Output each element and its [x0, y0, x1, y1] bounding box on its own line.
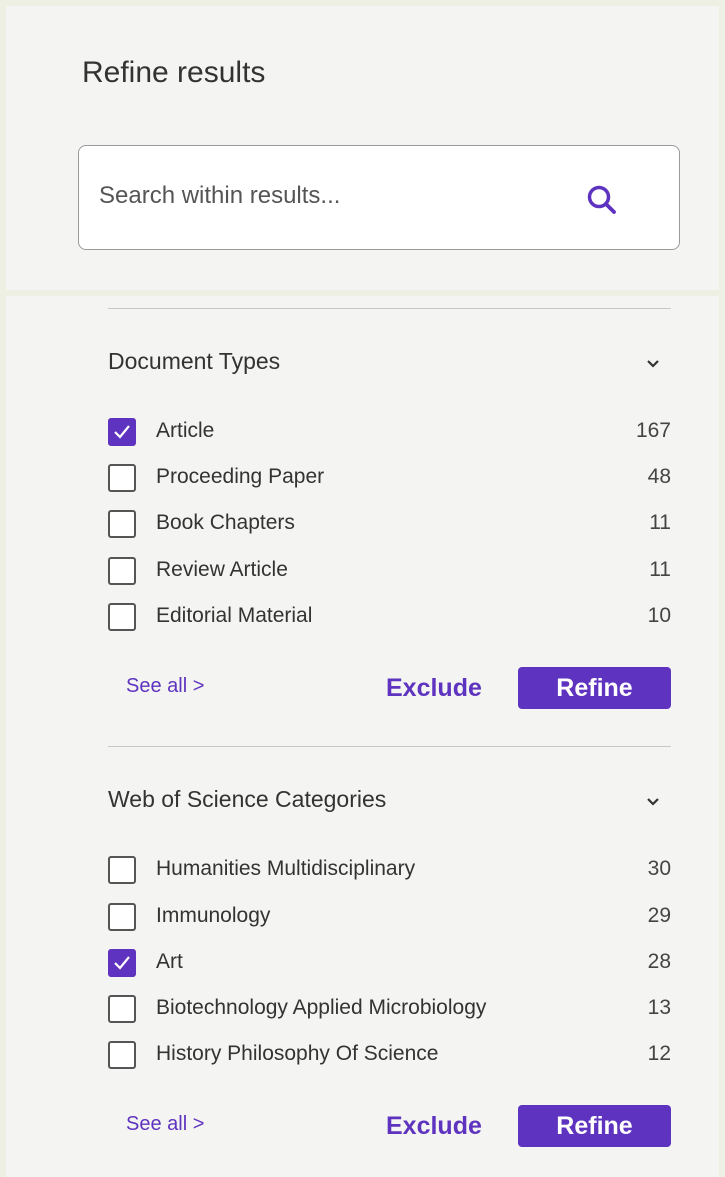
filter-option-review-article[interactable]: Review Article 11	[108, 555, 671, 589]
filter-label: Book Chapters	[156, 511, 295, 534]
filter-option-art[interactable]: Art 28	[108, 947, 671, 981]
filter-count: 48	[647, 465, 671, 488]
filter-count: 28	[647, 950, 671, 973]
filter-label: Proceeding Paper	[156, 465, 325, 488]
see-all-link[interactable]: See all >	[126, 675, 204, 698]
search-input[interactable]	[99, 176, 559, 216]
filter-label: Article	[156, 419, 215, 442]
filter-option-proceeding-paper[interactable]: Proceeding Paper 48	[108, 462, 671, 496]
filter-label: Editorial Material	[156, 604, 313, 627]
refine-header-panel: Refine results	[6, 6, 719, 290]
checkbox-unchecked[interactable]	[108, 603, 136, 631]
filter-count: 30	[647, 857, 671, 880]
filter-label: Biotechnology Applied Microbiology	[156, 996, 487, 1019]
filter-count: 10	[647, 604, 671, 627]
filter-count: 167	[635, 419, 671, 442]
section-divider	[108, 746, 671, 747]
filter-option-immunology[interactable]: Immunology 29	[108, 901, 671, 935]
filter-count: 13	[647, 996, 671, 1019]
section-divider	[108, 308, 671, 309]
filter-label: Humanities Multidisciplinary	[156, 857, 416, 880]
chevron-down-icon[interactable]	[645, 794, 661, 810]
checkbox-checked[interactable]	[108, 949, 136, 977]
filter-count: 12	[647, 1042, 671, 1065]
exclude-button[interactable]: Exclude	[386, 674, 482, 703]
filter-option-editorial-material[interactable]: Editorial Material 10	[108, 601, 671, 635]
search-icon[interactable]	[584, 182, 620, 218]
filter-label: Review Article	[156, 558, 288, 581]
section-title-wos-categories[interactable]: Web of Science Categories	[108, 786, 386, 813]
filter-count: 11	[649, 511, 671, 534]
filter-count: 29	[647, 904, 671, 927]
checkbox-unchecked[interactable]	[108, 1041, 136, 1069]
filter-option-book-chapters[interactable]: Book Chapters 11	[108, 508, 671, 542]
checkbox-checked[interactable]	[108, 418, 136, 446]
checkbox-unchecked[interactable]	[108, 995, 136, 1023]
refine-button[interactable]: Refine	[518, 667, 671, 709]
filter-option-humanities-multidisciplinary[interactable]: Humanities Multidisciplinary 30	[108, 854, 671, 888]
exclude-button[interactable]: Exclude	[386, 1112, 482, 1141]
filter-label: History Philosophy Of Science	[156, 1042, 439, 1065]
filter-option-history-philosophy-of-science[interactable]: History Philosophy Of Science 12	[108, 1039, 671, 1073]
checkbox-unchecked[interactable]	[108, 557, 136, 585]
panel-title: Refine results	[82, 56, 266, 89]
section-title-document-types[interactable]: Document Types	[108, 348, 280, 375]
filter-option-biotechnology-applied-microbiology[interactable]: Biotechnology Applied Microbiology 13	[108, 993, 671, 1027]
filter-label: Immunology	[156, 904, 271, 927]
search-box[interactable]	[78, 145, 680, 250]
see-all-link[interactable]: See all >	[126, 1113, 204, 1136]
filters-panel: Document Types Article 167 Proceeding Pa…	[6, 296, 719, 1177]
checkbox-unchecked[interactable]	[108, 903, 136, 931]
chevron-down-icon[interactable]	[645, 356, 661, 372]
refine-button[interactable]: Refine	[518, 1105, 671, 1147]
filter-label: Art	[156, 950, 183, 973]
filter-option-article[interactable]: Article 167	[108, 416, 671, 450]
checkbox-unchecked[interactable]	[108, 856, 136, 884]
filter-count: 11	[649, 558, 671, 581]
checkbox-unchecked[interactable]	[108, 464, 136, 492]
checkbox-unchecked[interactable]	[108, 510, 136, 538]
